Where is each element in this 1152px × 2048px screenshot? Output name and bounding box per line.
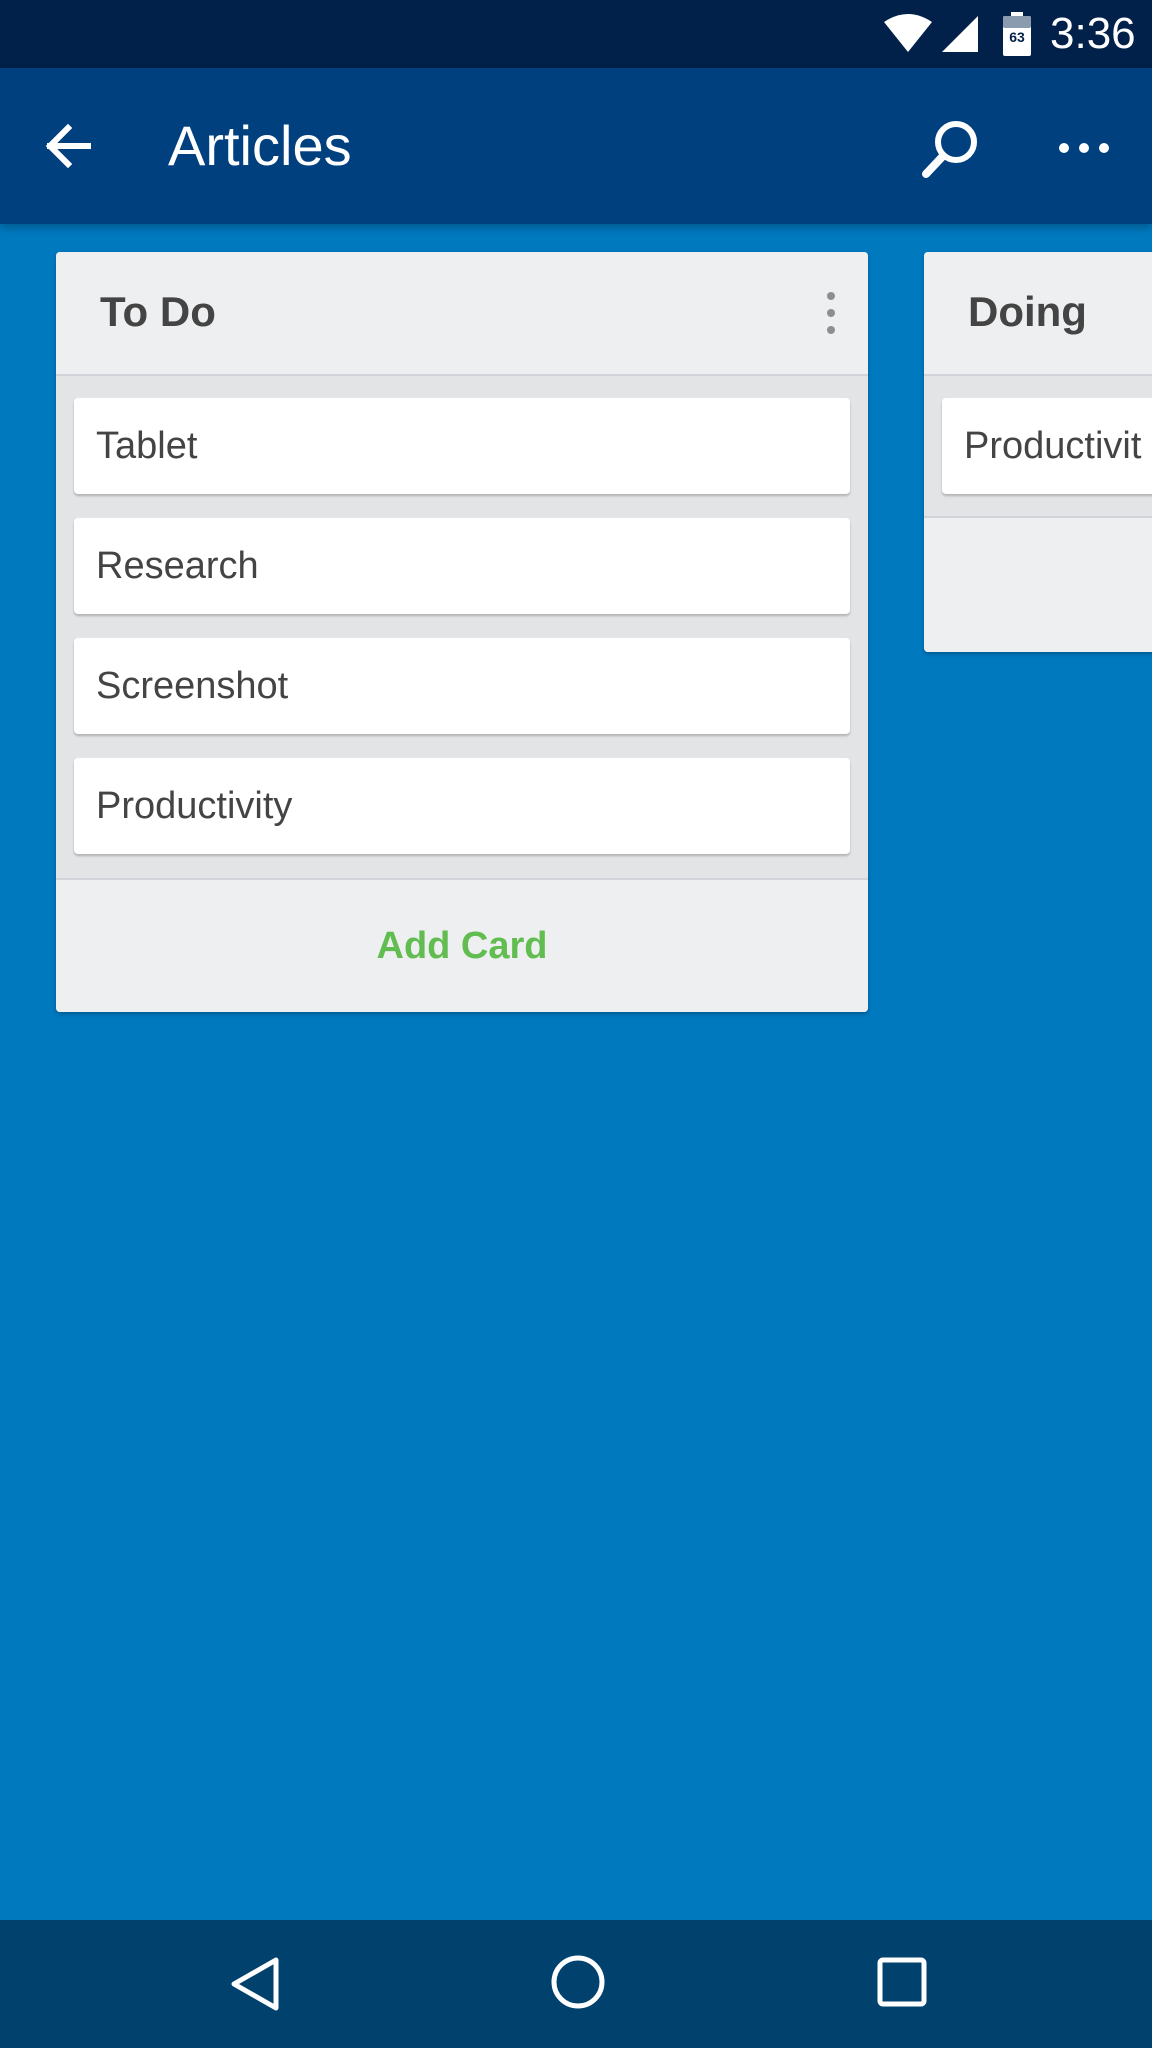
arrow-left-icon bbox=[45, 123, 91, 169]
list-title: To Do bbox=[100, 288, 216, 335]
search-icon bbox=[922, 121, 977, 178]
card-label: Productivity bbox=[96, 785, 293, 827]
navigation-bar bbox=[0, 1920, 1152, 2048]
nav-home-button[interactable] bbox=[548, 1952, 608, 2012]
list-title: Doing bbox=[968, 288, 1087, 335]
card-label: Research bbox=[96, 545, 259, 587]
card-screenshot[interactable]: Screenshot bbox=[74, 638, 850, 734]
card-label: Screenshot bbox=[96, 665, 289, 707]
card-label: Productivit bbox=[964, 425, 1142, 467]
wifi-icon bbox=[884, 14, 932, 52]
status-bar: 63 3:36 bbox=[0, 0, 1152, 68]
add-card-label: Add Card bbox=[376, 925, 548, 967]
nav-back-button[interactable] bbox=[226, 1954, 286, 2014]
cell-signal-icon bbox=[942, 16, 978, 52]
list-footer[interactable] bbox=[924, 516, 1152, 652]
nav-recents-button[interactable] bbox=[874, 1954, 930, 2010]
app-bar: Articles bbox=[0, 68, 1152, 224]
card-tablet[interactable]: Tablet bbox=[74, 398, 850, 494]
card-research[interactable]: Research bbox=[74, 518, 850, 614]
square-recents-icon bbox=[877, 1957, 927, 2007]
card-productivity[interactable]: Productivit bbox=[942, 398, 1152, 494]
card-label: Tablet bbox=[96, 425, 198, 467]
screen: 63 3:36 Articles To Do Tablet Research S… bbox=[0, 0, 1152, 2048]
list-menu-button[interactable] bbox=[820, 288, 842, 338]
card-productivity[interactable]: Productivity bbox=[74, 758, 850, 854]
triangle-back-icon bbox=[231, 1957, 279, 2011]
status-time: 3:36 bbox=[1050, 9, 1136, 58]
page-title: Articles bbox=[168, 114, 352, 177]
more-horizontal-icon bbox=[1059, 143, 1109, 153]
list-to-do: To Do Tablet Research Screenshot Product… bbox=[56, 252, 868, 1012]
battery-icon: 63 bbox=[1003, 12, 1031, 56]
more-vertical-icon bbox=[827, 292, 835, 334]
circle-home-icon bbox=[551, 1955, 605, 2009]
list-header: To Do bbox=[56, 252, 868, 376]
search-button[interactable] bbox=[916, 116, 986, 186]
add-card-button[interactable]: Add Card bbox=[56, 878, 868, 1012]
list-doing: Doing Productivit bbox=[924, 252, 1152, 652]
more-options-button[interactable] bbox=[1054, 128, 1114, 168]
list-header: Doing bbox=[924, 252, 1152, 376]
back-button[interactable] bbox=[40, 118, 120, 174]
battery-level: 63 bbox=[1009, 29, 1025, 45]
